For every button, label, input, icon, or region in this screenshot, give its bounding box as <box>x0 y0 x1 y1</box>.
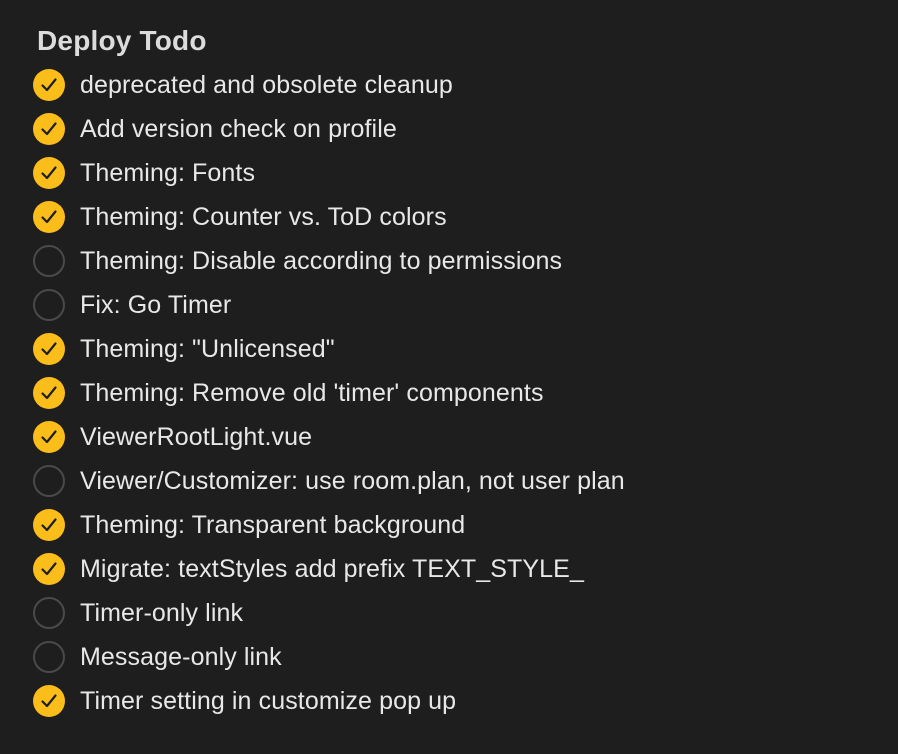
todo-label: ViewerRootLight.vue <box>80 422 313 451</box>
todo-label: Theming: Counter vs. ToD colors <box>80 202 447 231</box>
todo-label: Theming: Disable according to permission… <box>80 246 563 275</box>
checkbox-unchecked[interactable] <box>33 289 65 321</box>
todo-label: Theming: Remove old 'timer' components <box>80 378 544 407</box>
todo-item: Theming: "Unlicensed" <box>33 327 898 371</box>
todo-list: deprecated and obsolete cleanup Add versi… <box>33 63 898 723</box>
checkbox-unchecked[interactable] <box>33 641 65 673</box>
checkmark-icon <box>41 122 57 136</box>
todo-item: Fix: Go Timer <box>33 283 898 327</box>
todo-item: Add version check on profile <box>33 107 898 151</box>
todo-label: Fix: Go Timer <box>80 290 232 319</box>
todo-label: Message-only link <box>80 642 282 671</box>
todo-label: Viewer/Customizer: use room.plan, not us… <box>80 466 625 495</box>
todo-label: Theming: Transparent background <box>80 510 466 539</box>
todo-item: Timer setting in customize pop up <box>33 679 898 723</box>
checkbox-checked[interactable] <box>33 421 65 453</box>
todo-item: ViewerRootLight.vue <box>33 415 898 459</box>
checkbox-checked[interactable] <box>33 685 65 717</box>
todo-item: deprecated and obsolete cleanup <box>33 63 898 107</box>
todo-item: Message-only link <box>33 635 898 679</box>
checkmark-icon <box>41 694 57 708</box>
checkbox-checked[interactable] <box>33 113 65 145</box>
checkmark-icon <box>41 342 57 356</box>
checkmark-icon <box>41 386 57 400</box>
checkbox-unchecked[interactable] <box>33 245 65 277</box>
list-title: Deploy Todo <box>37 25 207 56</box>
checkbox-unchecked[interactable] <box>33 465 65 497</box>
todo-item: Theming: Disable according to permission… <box>33 239 898 283</box>
checkmark-icon <box>41 562 57 576</box>
todo-label: Theming: "Unlicensed" <box>80 334 335 363</box>
checkbox-unchecked[interactable] <box>33 597 65 629</box>
checkbox-checked[interactable] <box>33 157 65 189</box>
todo-label: Add version check on profile <box>80 114 397 143</box>
todo-item: Theming: Counter vs. ToD colors <box>33 195 898 239</box>
checkbox-checked[interactable] <box>33 553 65 585</box>
checkmark-icon <box>41 166 57 180</box>
todo-item: Theming: Fonts <box>33 151 898 195</box>
todo-label: deprecated and obsolete cleanup <box>80 70 453 99</box>
checkbox-checked[interactable] <box>33 509 65 541</box>
todo-list-panel: Deploy Todo deprecated and obsolete clea… <box>0 0 898 723</box>
checkmark-icon <box>41 518 57 532</box>
todo-label: Theming: Fonts <box>80 158 256 187</box>
checkmark-icon <box>41 78 57 92</box>
todo-label: Migrate: textStyles add prefix TEXT_STYL… <box>80 554 584 583</box>
todo-item: Viewer/Customizer: use room.plan, not us… <box>33 459 898 503</box>
checkbox-checked[interactable] <box>33 333 65 365</box>
checkbox-checked[interactable] <box>33 69 65 101</box>
checkmark-icon <box>41 430 57 444</box>
checkmark-icon <box>41 210 57 224</box>
todo-label: Timer setting in customize pop up <box>80 686 457 715</box>
todo-item: Theming: Remove old 'timer' components <box>33 371 898 415</box>
todo-item: Migrate: textStyles add prefix TEXT_STYL… <box>33 547 898 591</box>
checkbox-checked[interactable] <box>33 377 65 409</box>
checkbox-checked[interactable] <box>33 201 65 233</box>
todo-label: Timer-only link <box>80 598 244 627</box>
todo-item: Timer-only link <box>33 591 898 635</box>
todo-item: Theming: Transparent background <box>33 503 898 547</box>
